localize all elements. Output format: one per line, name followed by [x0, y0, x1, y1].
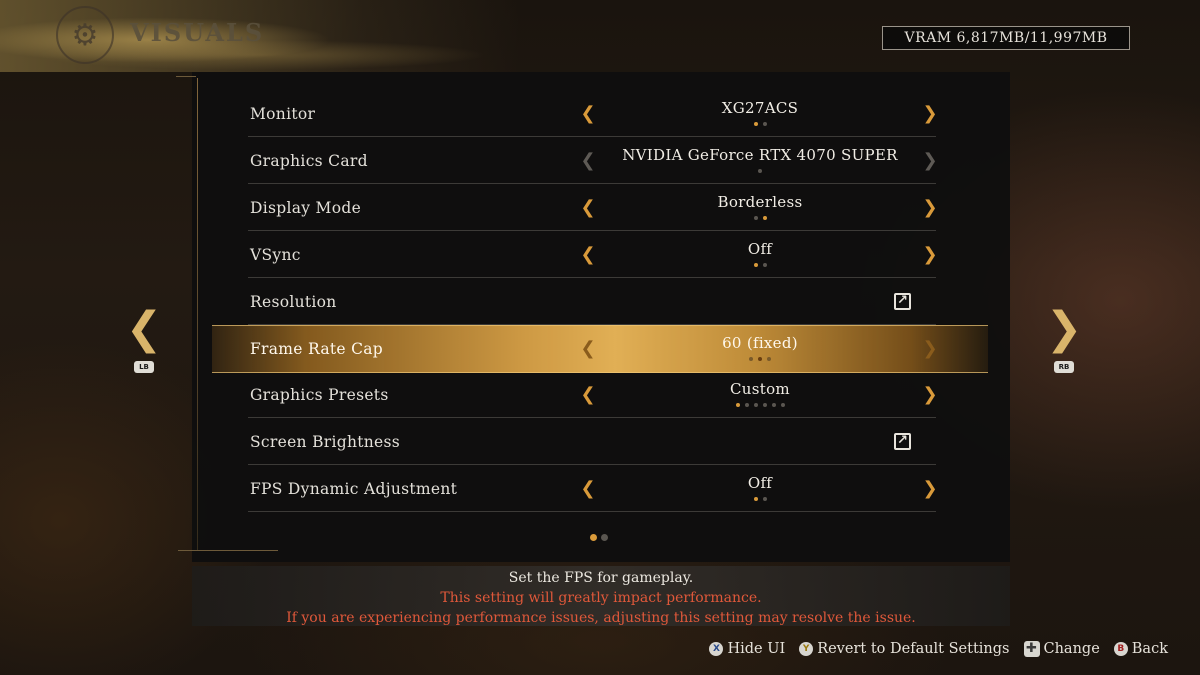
setting-row-frame-rate-cap[interactable]: Frame Rate Cap ❮ 60 (fixed) ❯	[212, 325, 988, 373]
setting-row-screen-brightness[interactable]: Screen Brightness ↗	[248, 419, 936, 465]
external-link-icon[interactable]: ↗	[894, 433, 911, 450]
panel-ornament-left	[197, 78, 198, 550]
option-dots	[608, 216, 912, 220]
setting-label: Graphics Presets	[250, 386, 389, 404]
option-dots	[608, 122, 912, 126]
setting-description: Set the FPS for gameplay. This setting w…	[192, 566, 1010, 626]
chevron-right-icon[interactable]: ❯	[922, 199, 938, 217]
setting-row-resolution[interactable]: Resolution ↗	[248, 279, 936, 325]
hint-label: Change	[1043, 641, 1100, 657]
chevron-right-icon: ❯	[922, 150, 938, 171]
chevron-right-icon[interactable]: ❯	[922, 340, 938, 358]
page-dot	[601, 534, 608, 541]
hide-ui-hint[interactable]: X Hide UI	[709, 641, 785, 657]
setting-row-graphics-presets[interactable]: Graphics Presets ❮ Custom ❯	[248, 372, 938, 418]
setting-value: 60 (fixed)	[722, 334, 798, 352]
setting-value: Borderless	[717, 193, 803, 211]
hint-label: Hide UI	[727, 641, 786, 657]
chevron-left-icon[interactable]: ❮	[580, 340, 596, 358]
option-dots	[608, 403, 912, 407]
y-button-icon: Y	[799, 642, 814, 656]
change-hint[interactable]: ✚ Change	[1023, 641, 1100, 657]
back-hint[interactable]: B Back	[1113, 641, 1168, 657]
setting-label: Graphics Card	[250, 152, 368, 170]
button-hints: X Hide UI Y Revert to Default Settings ✚…	[709, 638, 1168, 660]
revert-defaults-hint[interactable]: Y Revert to Default Settings	[799, 641, 1010, 657]
lb-button-icon: LB	[134, 361, 154, 373]
panel-ornament-top	[176, 76, 196, 77]
setting-value: NVIDIA GeForce RTX 4070 SUPER	[622, 146, 898, 164]
option-dots	[608, 169, 912, 173]
option-dots	[608, 357, 912, 361]
row-divider	[248, 277, 936, 278]
setting-label: Monitor	[250, 105, 316, 123]
option-dots	[608, 263, 912, 267]
page-title: VISUALS	[130, 18, 265, 47]
x-button-icon: X	[709, 642, 724, 656]
setting-label: Resolution	[250, 293, 337, 311]
page-dot	[590, 534, 597, 541]
previous-tab-arrow-icon[interactable]: ❮	[124, 305, 164, 353]
setting-value: Custom	[730, 380, 790, 398]
chevron-left-icon[interactable]: ❮	[580, 199, 596, 217]
setting-row-vsync[interactable]: VSync ❮ Off ❯	[248, 232, 938, 278]
chevron-left-icon[interactable]: ❮	[580, 386, 596, 404]
setting-label: FPS Dynamic Adjustment	[250, 480, 458, 498]
dpad-icon: ✚	[1023, 641, 1040, 657]
setting-row-graphics-card[interactable]: Graphics Card ❮ NVIDIA GeForce RTX 4070 …	[248, 138, 938, 184]
setting-label: Screen Brightness	[250, 433, 401, 451]
next-tab-arrow-icon[interactable]: ❯	[1044, 305, 1084, 353]
chevron-right-icon[interactable]: ❯	[922, 480, 938, 498]
chevron-right-icon[interactable]: ❯	[922, 246, 938, 264]
vram-indicator: VRAM 6,817MB/11,997MB	[882, 26, 1130, 50]
chevron-left-icon: ❮	[580, 150, 596, 171]
external-link-icon[interactable]: ↗	[894, 293, 911, 310]
row-divider	[248, 136, 936, 137]
setting-label: Frame Rate Cap	[250, 340, 384, 358]
setting-value: XG27ACS	[721, 99, 799, 117]
b-button-icon: B	[1113, 642, 1128, 656]
description-warning: If you are experiencing performance issu…	[286, 610, 916, 626]
chevron-right-icon[interactable]: ❯	[922, 105, 938, 123]
setting-row-fps-dynamic-adjustment[interactable]: FPS Dynamic Adjustment ❮ Off ❯	[248, 466, 938, 512]
chevron-left-icon[interactable]: ❮	[580, 480, 596, 498]
setting-value: Off	[747, 240, 773, 258]
page-indicator	[590, 534, 608, 541]
setting-row-display-mode[interactable]: Display Mode ❮ Borderless ❯	[248, 185, 938, 231]
setting-value: Off	[747, 474, 773, 492]
chevron-left-icon[interactable]: ❮	[580, 105, 596, 123]
setting-label: VSync	[250, 246, 301, 264]
description-text: Set the FPS for gameplay.	[508, 570, 694, 586]
option-dots	[608, 497, 912, 501]
chevron-right-icon[interactable]: ❯	[922, 386, 938, 404]
chevron-left-icon[interactable]: ❮	[580, 246, 596, 264]
setting-label: Display Mode	[250, 199, 362, 217]
hint-label: Back	[1131, 641, 1168, 657]
rb-button-icon: RB	[1054, 361, 1074, 373]
gear-emblem-icon: ⚙	[56, 6, 114, 64]
hint-label: Revert to Default Settings	[817, 641, 1010, 657]
panel-ornament-bottom	[178, 550, 278, 551]
description-warning: This setting will greatly impact perform…	[440, 590, 762, 606]
setting-row-monitor[interactable]: Monitor ❮ XG27ACS ❯	[248, 91, 938, 137]
